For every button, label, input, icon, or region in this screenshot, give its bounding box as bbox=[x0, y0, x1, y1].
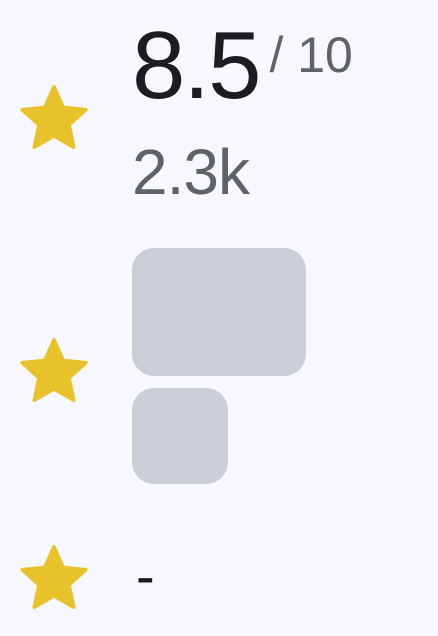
empty-rating-placeholder: - bbox=[136, 544, 155, 607]
skeleton-score-placeholder bbox=[132, 248, 306, 376]
score-max: / 10 bbox=[269, 27, 353, 83]
star-icon bbox=[16, 80, 92, 156]
star-icon bbox=[16, 333, 92, 409]
star-icon bbox=[16, 540, 92, 616]
vote-count: 2.3k bbox=[132, 136, 250, 208]
skeleton-count-placeholder bbox=[132, 388, 228, 484]
score-value: 8.5 bbox=[132, 12, 261, 119]
rating-score: 8.5/ 10 bbox=[132, 18, 353, 114]
